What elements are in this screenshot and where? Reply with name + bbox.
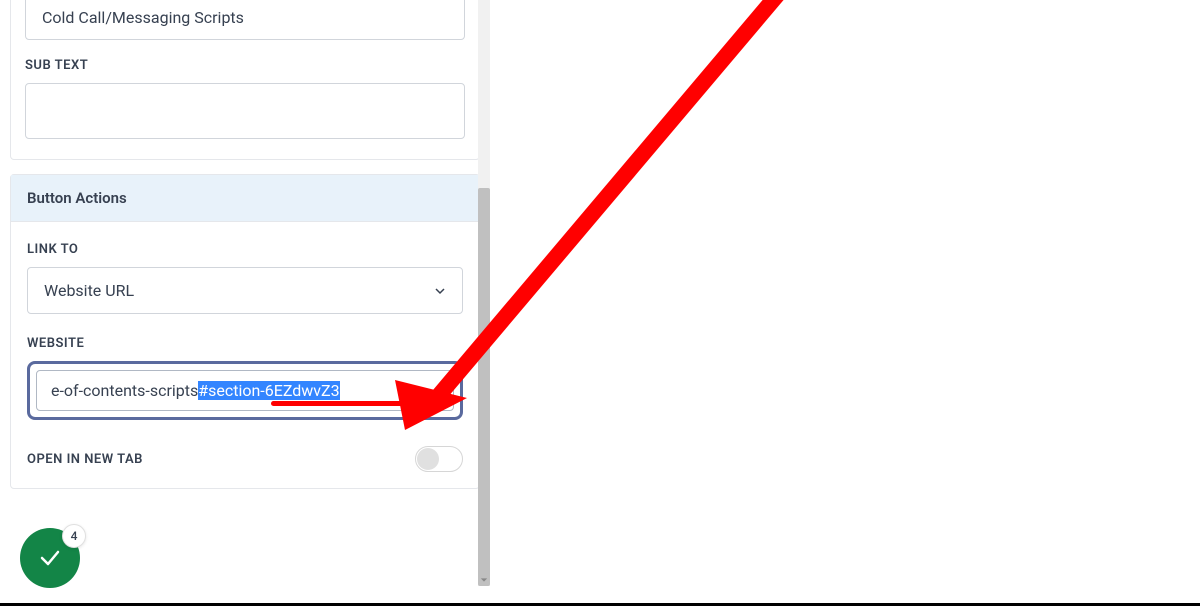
button-actions-header[interactable]: Button Actions: [11, 175, 479, 222]
website-label: WEBSITE: [27, 336, 463, 351]
website-url-plain: e-of-contents-scripts: [51, 381, 198, 400]
open-new-tab-toggle[interactable]: [415, 446, 463, 472]
scrollbar-thumb[interactable]: [478, 188, 490, 586]
button-actions-body: LINK TO Website URL WEBSITE e-of-content…: [11, 222, 479, 488]
website-url-input[interactable]: e-of-contents-scripts#section-6EZdwvZ3: [36, 370, 454, 411]
scrollbar-track[interactable]: [478, 0, 490, 586]
chevron-down-icon: [434, 285, 446, 297]
website-input-focus-ring: e-of-contents-scripts#section-6EZdwvZ3: [27, 361, 463, 420]
title-input[interactable]: Cold Call/Messaging Scripts: [25, 0, 465, 40]
button-actions-section: Button Actions LINK TO Website URL WEBSI…: [10, 174, 480, 489]
link-to-select[interactable]: Website URL: [27, 267, 463, 314]
confirm-fab-button[interactable]: 4: [20, 528, 80, 588]
fab-badge-count: 4: [71, 529, 78, 543]
checkmark-icon: [37, 545, 63, 571]
open-new-tab-row: OPEN IN NEW TAB: [27, 442, 463, 472]
title-input-value: Cold Call/Messaging Scripts: [42, 8, 244, 27]
toggle-knob: [417, 448, 439, 470]
open-new-tab-label: OPEN IN NEW TAB: [27, 452, 143, 467]
subtext-input[interactable]: [25, 83, 465, 139]
subtext-label: SUB TEXT: [25, 58, 465, 73]
scrollbar-arrow-down-icon[interactable]: [478, 574, 490, 586]
settings-panel: Cold Call/Messaging Scripts SUB TEXT But…: [10, 0, 480, 606]
top-section: Cold Call/Messaging Scripts SUB TEXT: [10, 0, 480, 160]
annotation-underline: [271, 401, 447, 406]
link-to-label: LINK TO: [27, 242, 463, 257]
website-url-selection: #section-6EZdwvZ3: [198, 381, 339, 400]
link-to-value: Website URL: [44, 281, 134, 300]
fab-badge: 4: [62, 524, 86, 548]
